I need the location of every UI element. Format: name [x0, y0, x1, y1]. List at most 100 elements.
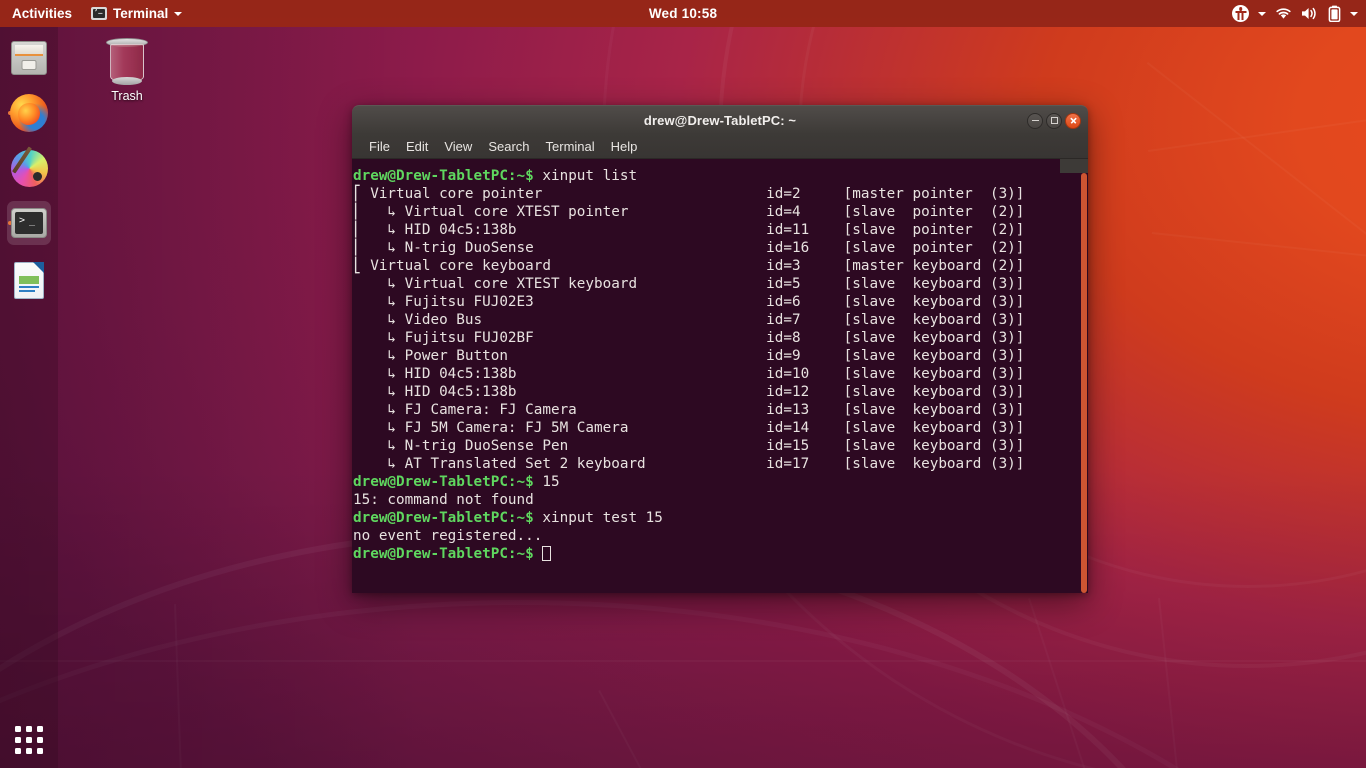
terminal-device-row: ↳ Power Button id=9 [slave keyboard (3)] — [353, 347, 1088, 365]
terminal-device-id: id=8 — [766, 330, 844, 346]
terminal-device-name: ⎜ ↳ N-trig DuoSense — [353, 240, 767, 256]
battery-icon[interactable] — [1328, 5, 1341, 22]
clock[interactable]: Wed 10:58 — [649, 6, 717, 21]
terminal-device-row: ↳ Virtual core XTEST keyboard id=5 [slav… — [353, 275, 1088, 293]
terminal-output-text: 15: command not found — [353, 492, 534, 508]
terminal-command-line: drew@Drew-TabletPC:~$ xinput test 15 — [353, 509, 1088, 527]
chevron-down-icon — [174, 11, 183, 16]
trash-icon — [105, 38, 149, 86]
terminal-command-text: xinput test 15 — [533, 510, 663, 526]
window-title: drew@Drew-TabletPC: ~ — [643, 112, 797, 128]
terminal-prompt: drew@Drew-TabletPC:~$ — [353, 546, 534, 562]
terminal-device-id: id=6 — [766, 294, 844, 310]
terminal-device-name: ↳ HID 04c5:138b — [353, 384, 767, 400]
terminal-device-name: ⎜ ↳ HID 04c5:138b — [353, 222, 767, 238]
terminal-device-id: id=12 — [766, 384, 844, 400]
terminal-device-attrs: [slave keyboard (3)] — [843, 312, 1025, 328]
top-bar: Activities Terminal Wed 10:58 — [0, 0, 1366, 27]
clock-label: Wed 10:58 — [648, 6, 718, 21]
terminal-device-row: ↳ FJ Camera: FJ Camera id=13 [slave keyb… — [353, 401, 1088, 419]
terminal-device-id: id=13 — [766, 402, 844, 418]
terminal-device-id: id=14 — [766, 420, 844, 436]
menu-bar: File Edit View Search Terminal Help — [352, 134, 1088, 159]
firefox-icon — [10, 94, 48, 132]
menu-item-help[interactable]: Help — [603, 137, 646, 156]
volume-icon[interactable] — [1301, 6, 1319, 21]
terminal-device-row: ⎜ ↳ HID 04c5:138b id=11 [slave pointer (… — [353, 221, 1088, 239]
terminal-scrollbar[interactable] — [1080, 173, 1088, 593]
terminal-body[interactable]: drew@Drew-TabletPC:~$ xinput list ⎡ Virtu… — [352, 159, 1088, 593]
terminal-device-attrs: [master keyboard (2)] — [843, 258, 1025, 274]
terminal-device-row: ↳ Video Bus id=7 [slave keyboard (3)] — [353, 311, 1088, 329]
menu-item-file[interactable]: File — [364, 137, 398, 156]
menu-item-edit[interactable]: Edit — [398, 137, 436, 156]
paint-palette-icon — [10, 149, 48, 187]
terminal-device-name: ⎡ Virtual core pointer — [353, 186, 767, 202]
dock-item-files[interactable] — [7, 36, 51, 80]
terminal-device-attrs: [slave keyboard (3)] — [843, 366, 1025, 382]
files-icon — [11, 41, 47, 75]
terminal-device-row: ⎜ ↳ Virtual core XTEST pointer id=4 [sla… — [353, 203, 1088, 221]
terminal-device-id: id=15 — [766, 438, 844, 454]
menu-item-terminal[interactable]: Terminal — [538, 137, 603, 156]
terminal-device-attrs: [slave keyboard (3)] — [843, 456, 1025, 472]
terminal-device-id: id=5 — [766, 276, 844, 292]
terminal-device-row: ⎣ Virtual core keyboard id=3 [master key… — [353, 257, 1088, 275]
terminal-device-name: ↳ Power Button — [353, 348, 767, 364]
terminal-output[interactable]: drew@Drew-TabletPC:~$ xinput list ⎡ Virtu… — [352, 159, 1088, 593]
maximize-icon[interactable] — [1046, 112, 1062, 129]
window-controls — [1027, 106, 1081, 135]
terminal-scrollbar-thumb[interactable] — [1081, 173, 1087, 593]
app-menu-button[interactable]: Terminal — [82, 0, 191, 27]
terminal-command-line: drew@Drew-TabletPC:~$ xinput list — [353, 167, 1088, 185]
desktop-icon-label: Trash — [111, 89, 143, 103]
menu-item-view[interactable]: View — [436, 137, 480, 156]
terminal-output-text: no event registered... — [353, 528, 543, 544]
terminal-device-name: ↳ FJ Camera: FJ Camera — [353, 402, 767, 418]
minimize-icon[interactable] — [1027, 112, 1043, 129]
terminal-device-attrs: [slave pointer (2)] — [843, 222, 1025, 238]
terminal-device-attrs: [slave keyboard (3)] — [843, 438, 1025, 454]
terminal-device-id: id=4 — [766, 204, 844, 220]
terminal-cursor — [542, 546, 552, 561]
dock-item-impress[interactable] — [7, 258, 51, 302]
grid-nine-dots-icon — [15, 726, 21, 732]
terminal-command-text: 15 — [533, 474, 560, 490]
terminal-device-id: id=7 — [766, 312, 844, 328]
terminal-device-attrs: [slave keyboard (3)] — [843, 330, 1025, 346]
terminal-scrollbar-track-top — [1060, 159, 1088, 173]
close-icon[interactable] — [1065, 112, 1081, 129]
terminal-device-attrs: [slave keyboard (3)] — [843, 420, 1025, 436]
terminal-device-id: id=11 — [766, 222, 844, 238]
terminal-icon — [91, 6, 108, 20]
terminal-window[interactable]: drew@Drew-TabletPC: ~ File Edit View Sea… — [352, 105, 1088, 593]
desktop-icon-trash[interactable]: Trash — [88, 38, 166, 118]
impress-icon — [14, 261, 44, 299]
accessibility-icon[interactable] — [1232, 5, 1249, 22]
terminal-prompt: drew@Drew-TabletPC:~$ — [353, 474, 534, 490]
menu-item-search[interactable]: Search — [480, 137, 537, 156]
terminal-prompt: drew@Drew-TabletPC:~$ — [353, 168, 534, 184]
terminal-device-name: ↳ HID 04c5:138b — [353, 366, 767, 382]
terminal-device-attrs: [slave pointer (2)] — [843, 240, 1025, 256]
dock-item-firefox[interactable] — [7, 91, 51, 135]
terminal-device-row: ↳ Fujitsu FUJ02BF id=8 [slave keyboard (… — [353, 329, 1088, 347]
dock-item-paint[interactable] — [7, 146, 51, 190]
chevron-down-icon[interactable] — [1350, 11, 1358, 16]
terminal-prompt: drew@Drew-TabletPC:~$ — [353, 510, 534, 526]
terminal-device-name: ↳ Video Bus — [353, 312, 767, 328]
terminal-device-name: ↳ AT Translated Set 2 keyboard — [353, 456, 767, 472]
terminal-device-attrs: [slave keyboard (3)] — [843, 384, 1025, 400]
terminal-command-line: drew@Drew-TabletPC:~$ 15 — [353, 473, 1088, 491]
wifi-icon[interactable] — [1275, 6, 1292, 21]
chevron-down-icon[interactable] — [1258, 11, 1266, 16]
terminal-device-attrs: [slave keyboard (3)] — [843, 294, 1025, 310]
window-titlebar[interactable]: drew@Drew-TabletPC: ~ — [352, 105, 1088, 134]
terminal-device-attrs: [slave keyboard (3)] — [843, 348, 1025, 364]
terminal-device-id: id=17 — [766, 456, 844, 472]
terminal-device-name: ⎜ ↳ Virtual core XTEST pointer — [353, 204, 767, 220]
terminal-device-id: id=3 — [766, 258, 844, 274]
show-applications-button[interactable] — [7, 718, 51, 762]
activities-button[interactable]: Activities — [0, 0, 82, 27]
dock-item-terminal[interactable] — [7, 201, 51, 245]
